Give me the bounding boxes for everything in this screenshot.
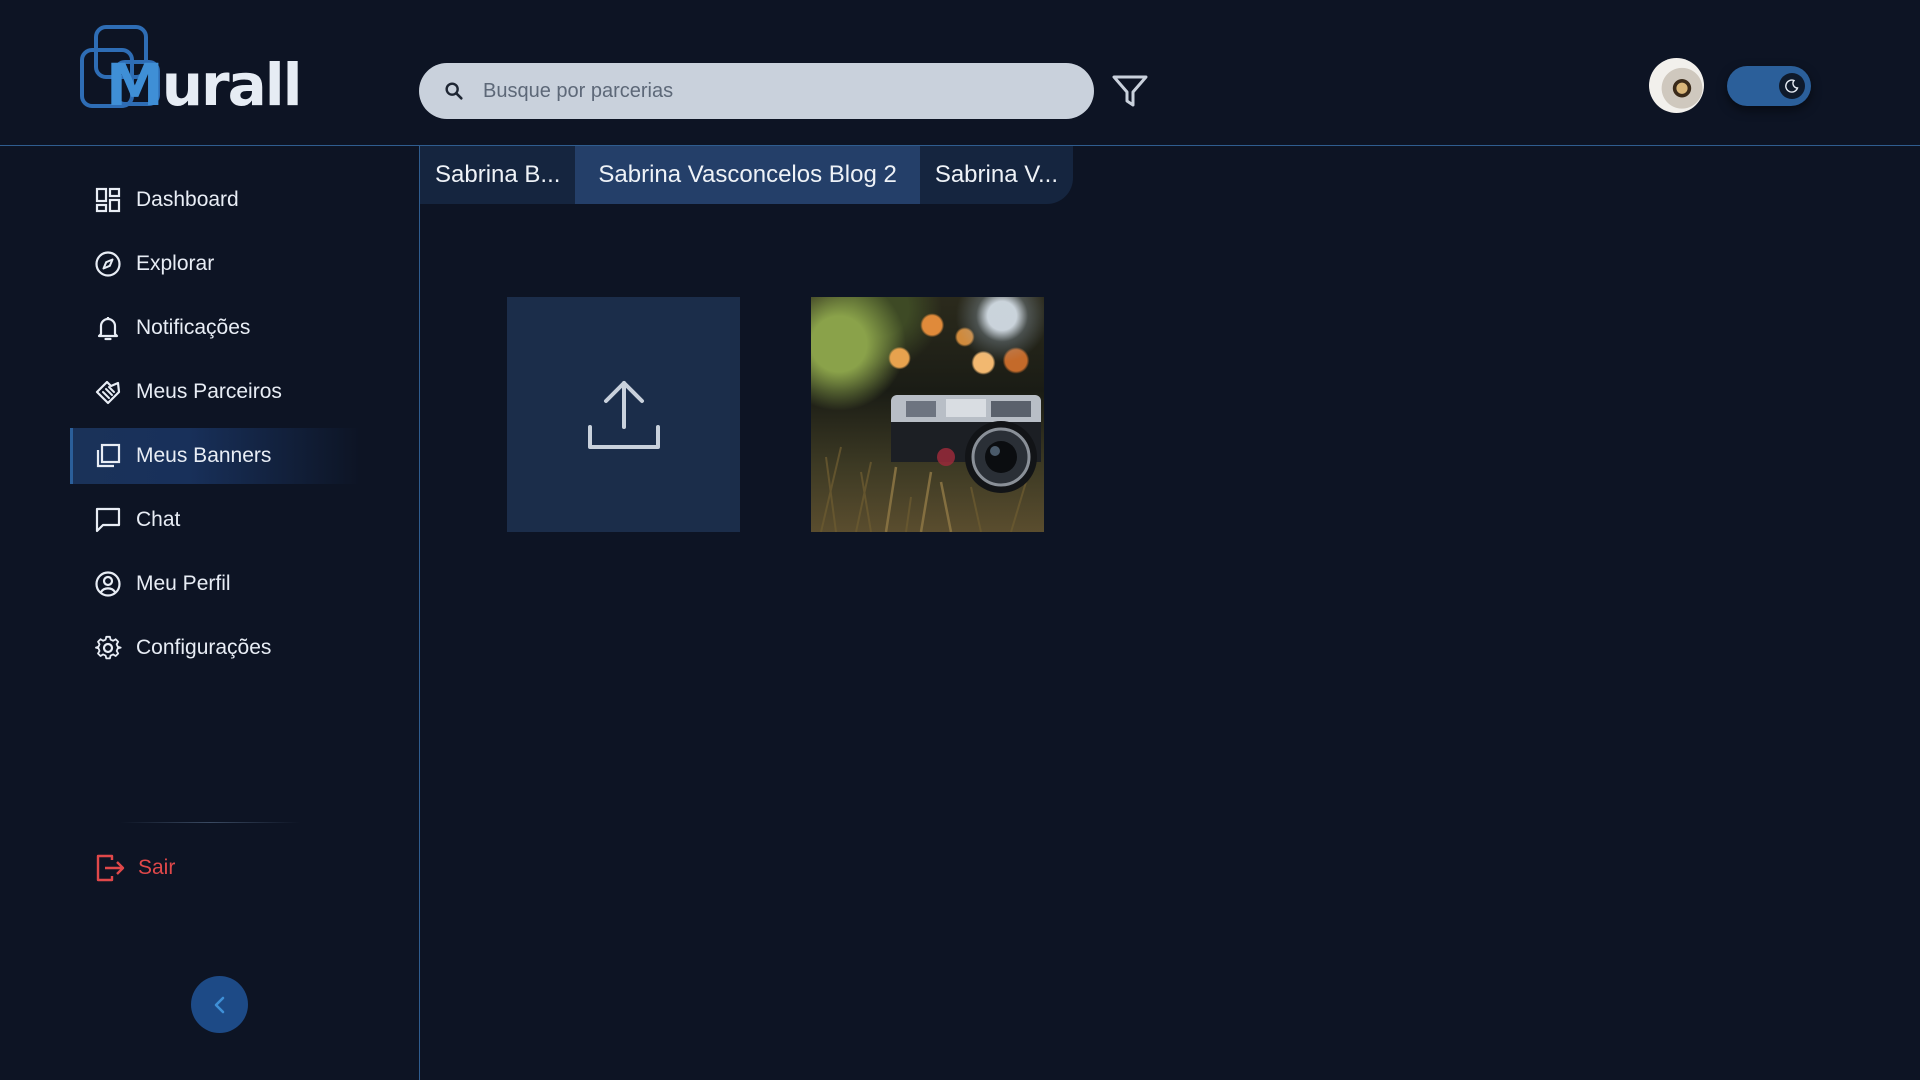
sidebar-item-label: Configurações [136, 636, 272, 659]
search-icon [445, 82, 463, 100]
tab-blog-1[interactable]: Sabrina B... [420, 146, 575, 204]
sidebar-item-explorar[interactable]: Explorar [70, 236, 360, 292]
gear-icon [95, 635, 122, 660]
upload-icon [587, 380, 660, 449]
top-header: Murall [0, 0, 1920, 146]
sidebar-item-label: Chat [136, 508, 181, 531]
bell-icon [97, 317, 119, 341]
sidebar-item-label: Explorar [136, 252, 215, 275]
sidebar-item-configuracoes[interactable]: Configurações [70, 620, 360, 676]
sidebar-item-label: Notificações [136, 316, 251, 339]
banner-thumbnail[interactable] [811, 297, 1044, 532]
logout-button[interactable]: Sair [94, 848, 175, 888]
murall-logo[interactable]: Murall [78, 22, 303, 122]
sidebar-item-label: Dashboard [136, 188, 239, 211]
toggle-knob [1779, 73, 1805, 99]
tab-blog-3[interactable]: Sabrina V... [920, 146, 1073, 204]
dashboard-icon [95, 187, 121, 213]
sidebar: Dashboard Explorar Notificações Meus Par… [0, 146, 420, 1080]
logo-text: Murall [106, 51, 303, 119]
theme-toggle[interactable] [1727, 66, 1811, 106]
sidebar-item-chat[interactable]: Chat [70, 492, 360, 548]
banners-icon [96, 443, 121, 468]
collapse-sidebar-button[interactable] [191, 976, 248, 1033]
compass-icon [95, 251, 121, 277]
sidebar-item-label: Meu Perfil [136, 572, 231, 595]
tab-blog-2[interactable]: Sabrina Vasconcelos Blog 2 [575, 146, 920, 204]
sidebar-item-label: Meus Banners [136, 444, 272, 467]
search-input[interactable] [483, 79, 1043, 103]
sidebar-item-meu-perfil[interactable]: Meu Perfil [70, 556, 360, 612]
blog-tabs: Sabrina B... Sabrina Vasconcelos Blog 2 … [420, 146, 1074, 204]
user-avatar[interactable] [1649, 58, 1704, 113]
filter-icon[interactable] [1110, 71, 1150, 111]
profile-icon [95, 571, 121, 597]
sidebar-item-notificacoes[interactable]: Notificações [70, 300, 360, 356]
sidebar-divider [120, 822, 300, 823]
upload-banner-button[interactable] [507, 297, 740, 532]
sidebar-item-meus-banners[interactable]: Meus Banners [70, 428, 360, 484]
search-bar[interactable] [419, 63, 1094, 119]
logout-icon [96, 854, 125, 882]
chat-icon [95, 507, 121, 533]
sidebar-item-meus-parceiros[interactable]: Meus Parceiros [70, 364, 360, 420]
moon-icon [1785, 79, 1799, 93]
chevron-left-icon [214, 996, 224, 1013]
logout-label: Sair [138, 856, 176, 879]
sidebar-item-label: Meus Parceiros [136, 380, 282, 403]
sidebar-item-dashboard[interactable]: Dashboard [70, 172, 360, 228]
handshake-icon [95, 380, 121, 405]
camera-photo-image [820, 395, 1041, 532]
